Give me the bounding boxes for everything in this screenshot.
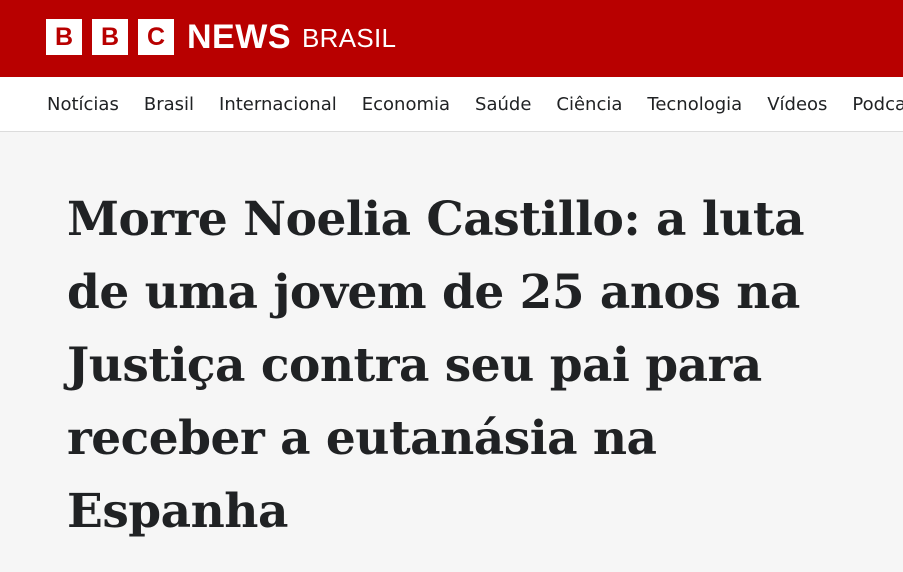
nav-item-videos[interactable]: Vídeos <box>767 94 827 115</box>
nav-item-podcasts[interactable]: Podcasts <box>852 94 903 115</box>
nav-item-saude[interactable]: Saúde <box>475 94 531 115</box>
bbc-news-brasil-logo[interactable]: B B C NEWS BRASIL <box>46 19 396 55</box>
logo-block-b1: B <box>46 19 82 55</box>
logo-news-text: NEWS <box>187 18 291 56</box>
article-headline: Morre Noelia Castillo: a luta de uma jov… <box>67 192 805 539</box>
nav-item-economia[interactable]: Economia <box>362 94 450 115</box>
header-bar: B B C NEWS BRASIL <box>0 0 903 77</box>
nav-item-noticias[interactable]: Notícias <box>47 94 119 115</box>
nav-item-tecnologia[interactable]: Tecnologia <box>647 94 742 115</box>
nav-item-brasil[interactable]: Brasil <box>144 94 194 115</box>
article-main: Morre Noelia Castillo: a luta de uma jov… <box>67 183 857 548</box>
nav-item-ciencia[interactable]: Ciência <box>556 94 622 115</box>
logo-region-text: BRASIL <box>302 23 397 53</box>
nav-list: Notícias Brasil Internacional Economia S… <box>47 77 903 131</box>
nav-item-internacional[interactable]: Internacional <box>219 94 337 115</box>
main-navigation: Notícias Brasil Internacional Economia S… <box>0 77 903 132</box>
logo-block-c: C <box>138 19 174 55</box>
logo-block-b2: B <box>92 19 128 55</box>
